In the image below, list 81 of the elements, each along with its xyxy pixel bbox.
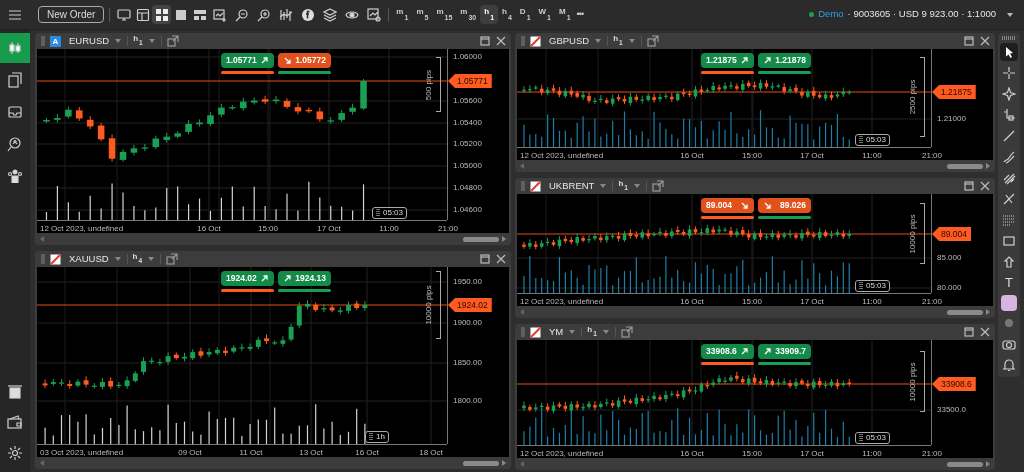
time-tick-label: 09 Oct xyxy=(178,447,202,459)
time-tick-label: 17 Oct xyxy=(800,448,824,460)
time-tick-label: 11 Oct xyxy=(239,447,263,459)
price-tick-label: 1.05000 xyxy=(453,162,482,170)
countdown-label: 05:03 xyxy=(866,432,887,444)
time-tick-label: 17 Oct xyxy=(317,223,341,235)
time-tick-label: 21:00 xyxy=(922,150,942,162)
price-tick-label: 1950.00 xyxy=(453,278,482,286)
range-label: 500 pips xyxy=(423,69,434,100)
price-tick-label: 1.04600 xyxy=(453,206,482,214)
countdown-label: 1h xyxy=(376,431,385,443)
buy-price-button[interactable]: 89.026 xyxy=(758,198,811,213)
price-tick-label: 1.04800 xyxy=(453,184,482,192)
time-tick-label: 16 Oct xyxy=(680,448,704,460)
time-tick-label: 18 Oct xyxy=(419,447,443,459)
account-mode[interactable]: Demo xyxy=(818,7,844,22)
time-tick-label: 11:00 xyxy=(862,150,882,162)
buy-price-button[interactable]: 1924.13 xyxy=(278,271,331,286)
symbol-name[interactable]: YM xyxy=(549,324,564,340)
start-date-label: 03 Oct 2023, undefined xyxy=(40,447,124,459)
sell-price-button[interactable]: 1.21875 xyxy=(701,53,754,68)
time-tick-label: 15:00 xyxy=(742,296,762,308)
start-date-label: 12 Oct 2023, undefined xyxy=(520,448,604,460)
text-tool[interactable]: T xyxy=(1000,274,1018,292)
time-tick-label: 17 Oct xyxy=(800,150,824,162)
current-price-tag: 1.21875 xyxy=(932,85,976,99)
time-tick-label: 21:00 xyxy=(922,448,942,460)
price-tick-label: 1.05400 xyxy=(453,119,482,127)
price-tick-label: 80.000 xyxy=(937,284,962,292)
current-price-tag: 1924.02 xyxy=(448,298,492,312)
symbol-name[interactable]: XAUUSD xyxy=(69,251,109,267)
time-tick-label: 21:00 xyxy=(438,223,458,235)
time-tick-label: 16 Oct xyxy=(355,447,379,459)
time-tick-label: 15:00 xyxy=(258,223,278,235)
time-tick-label: 16 Oct xyxy=(197,223,221,235)
symbol-icon[interactable]: A xyxy=(50,35,61,47)
current-price-tag: 1.05771 xyxy=(448,74,492,88)
current-price-tag: 33908.6 xyxy=(932,377,976,391)
time-tick-label: 17 Oct xyxy=(800,296,824,308)
time-tick-label: 16 Oct xyxy=(680,150,704,162)
price-tick-label: 33500.0 xyxy=(937,406,966,414)
account-details: · 9003605 · USD 9 923.00 · 1:1000 xyxy=(847,7,996,22)
time-tick-label: 15:00 xyxy=(742,448,762,460)
price-tick-label: 1.05600 xyxy=(453,97,482,105)
price-tick-label: 1850.00 xyxy=(453,359,482,367)
price-tick-label: 1900.00 xyxy=(453,319,482,327)
more-button[interactable]: ••• xyxy=(576,7,584,22)
price-tick-label: 1800.00 xyxy=(453,397,482,405)
time-tick-label: 11:00 xyxy=(379,223,399,235)
price-tick-label: 1.06000 xyxy=(453,53,482,61)
symbol-name[interactable]: UKBRENT xyxy=(549,178,595,194)
time-tick-label: 15:00 xyxy=(742,150,762,162)
start-date-label: 12 Oct 2023, undefined xyxy=(520,150,604,162)
price-tick-label: 1.21000 xyxy=(937,115,966,123)
countdown-label: 05:03 xyxy=(866,134,887,146)
range-label: 10000 pips xyxy=(423,285,434,325)
time-tick-label: 16 Oct xyxy=(680,296,704,308)
price-tick-label: 1.05200 xyxy=(453,140,482,148)
current-price-tag: 89.004 xyxy=(932,227,971,241)
range-label: 10000 pips xyxy=(907,213,918,254)
countdown-label: 05:03 xyxy=(866,280,887,292)
countdown-label: 05:03 xyxy=(383,207,404,219)
symbol-name[interactable]: EURUSD xyxy=(69,33,110,49)
buy-price-button[interactable]: 33909.7 xyxy=(758,344,811,359)
start-date-label: 12 Oct 2023, undefined xyxy=(520,296,604,308)
start-date-label: 12 Oct 2023, undefined xyxy=(40,223,124,235)
sell-price-button[interactable]: 33908.6 xyxy=(701,344,754,359)
time-tick-label: 21:00 xyxy=(922,296,942,308)
symbol-name[interactable]: GBPUSD xyxy=(549,33,590,49)
time-tick-label: 11:00 xyxy=(862,448,882,460)
sell-price-button[interactable]: 1924.02 xyxy=(221,271,274,286)
range-label: 2500 pips xyxy=(907,79,918,115)
sell-price-button[interactable]: 89.004 xyxy=(701,198,754,213)
price-tick-label: 85.000 xyxy=(937,254,962,262)
buy-price-button[interactable]: 1.21878 xyxy=(758,53,811,68)
sell-price-button[interactable]: 1.05771 xyxy=(221,53,274,68)
buy-price-button[interactable]: 1.05772 xyxy=(278,53,331,68)
range-label: 10000 pips xyxy=(907,361,918,402)
time-tick-label: 13 Oct xyxy=(299,447,323,459)
new-order-button[interactable]: New Order xyxy=(38,6,105,23)
time-tick-label: 11:00 xyxy=(862,296,882,308)
